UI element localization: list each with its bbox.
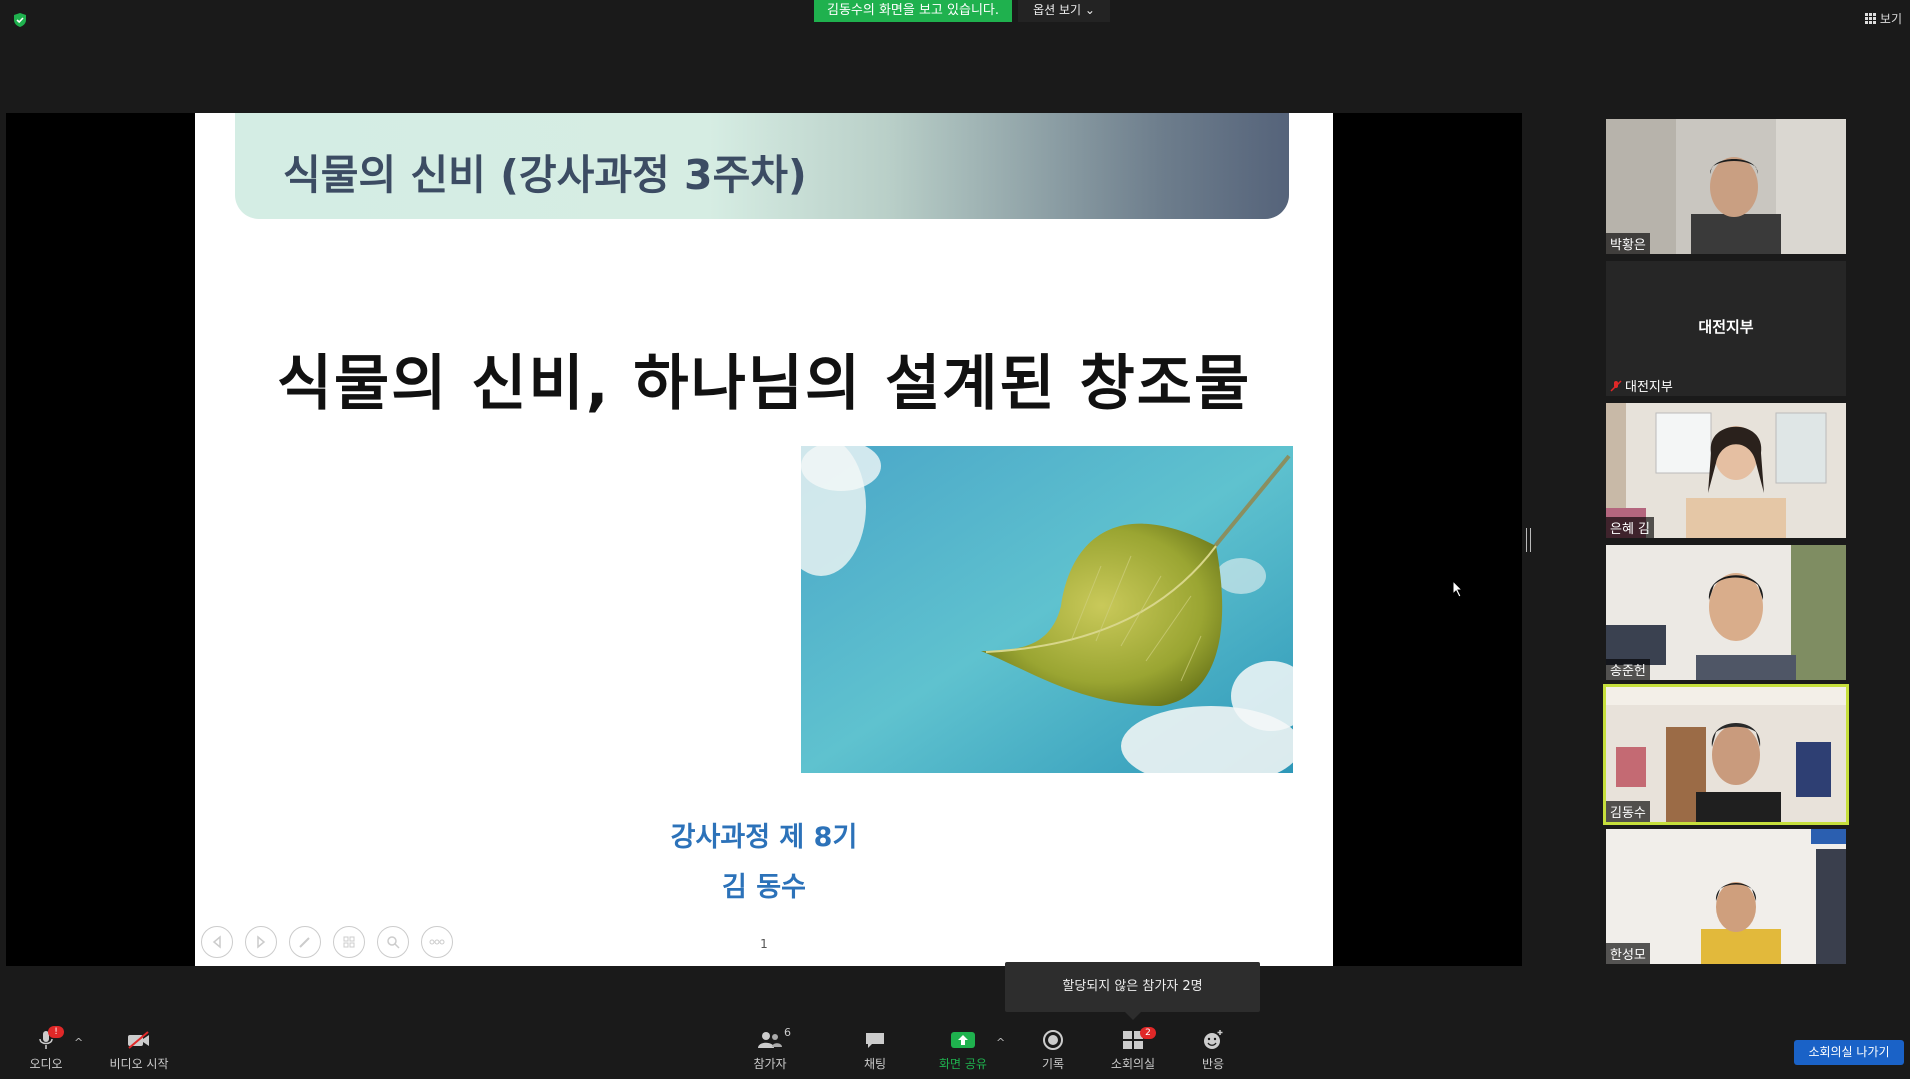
start-video-label: 비디오 시작 [109,1057,169,1071]
share-screen-icon [951,1032,975,1048]
tooltip-arrow [1124,1011,1142,1020]
participant-name: 김동수 [1606,801,1650,822]
participant-name-tag: 대전지부 [1606,375,1677,396]
slide-author-label: 김 동수 [722,872,806,903]
participant-tile[interactable]: 은혜 김 [1606,403,1846,538]
share-screen-button[interactable]: 화면 공유 [934,1028,992,1072]
audio-button[interactable]: ! 오디오 [22,1026,70,1072]
zoom-icon[interactable] [377,926,409,958]
participant-name: 한성모 [1606,943,1650,964]
reactions-label: 반응 [1201,1057,1225,1071]
slide-heading: 식물의 신비, 하나님의 설계된 창조물 [276,349,1252,419]
presentation-slide: 식물의 신비 (강사과정 3주차) 식물의 신비, 하나님의 설계된 창조물 강… [195,113,1333,966]
chat-icon [866,1033,884,1048]
participant-tile[interactable]: 한성모 [1606,829,1846,964]
audio-label: 오디오 [29,1057,63,1071]
meeting-toolbar: ! 오디오 ^ 비디오 시작 6 참가자 채팅 화면 공유 ^ 기록 2 소회의… [0,1022,1910,1079]
participant-center-label: 대전지부 [1698,318,1754,336]
participant-tile[interactable]: 대전지부 대전지부 [1606,261,1846,396]
reactions-button[interactable]: 반응 [1196,1028,1230,1072]
participants-icon [758,1032,782,1048]
video-off-icon [128,1031,149,1049]
participant-name: 박황은 [1606,233,1650,254]
participants-count: 6 [784,1026,791,1039]
view-options-button[interactable]: 옵션 보기 ⌄ [1018,0,1110,22]
breakout-badge: 2 [1140,1027,1156,1039]
participants-button[interactable]: 6 참가자 [748,1026,792,1072]
audio-alert-badge: ! [48,1026,64,1038]
next-slide-icon[interactable] [245,926,277,958]
prev-slide-icon[interactable] [201,926,233,958]
breakout-rooms-button[interactable]: 2 소회의실 [1108,1027,1158,1072]
share-options-caret-icon[interactable]: ^ [996,1036,1005,1049]
more-options-icon[interactable] [421,926,453,958]
viewing-screen-banner: 김동수의 화면을 보고 있습니다. [814,0,1012,22]
panel-resize-handle[interactable] [1526,528,1531,552]
slides-grid-icon[interactable] [333,926,365,958]
pen-icon[interactable] [289,926,321,958]
grid-icon [1864,13,1876,24]
mic-muted-icon [1610,379,1622,392]
share-screen-label: 화면 공유 [939,1057,987,1071]
mouse-cursor-icon [1452,579,1464,602]
start-video-button[interactable]: 비디오 시작 [104,1028,174,1072]
participant-name: 송준헌 [1606,659,1650,680]
presenter-tools [201,926,453,958]
leave-breakout-room-button[interactable]: 소회의실 나가기 [1794,1040,1904,1065]
record-button[interactable]: 기록 [1036,1028,1070,1072]
breakout-rooms-label: 소회의실 [1110,1057,1156,1071]
slide-course-label: 강사과정 제 8기 [670,822,858,853]
breakout-tooltip: 할당되지 않은 참가자 2명 [1005,962,1260,1012]
participant-tile[interactable]: 송준헌 [1606,545,1846,680]
view-layout-button[interactable]: 보기 [1864,10,1902,27]
participant-name: 은혜 김 [1606,517,1655,538]
participant-tile[interactable]: 박황은 [1606,119,1846,254]
audio-options-caret-icon[interactable]: ^ [74,1036,83,1049]
chat-label: 채팅 [863,1057,887,1071]
chat-button[interactable]: 채팅 [854,1028,896,1072]
reaction-smiley-icon [1204,1030,1223,1049]
slide-title: 식물의 신비 (강사과정 3주차) [283,151,807,199]
leaf-sky-image [776,436,1311,786]
view-layout-label: 보기 [1879,12,1902,26]
record-icon [1043,1030,1063,1050]
participant-name: 대전지부 [1625,380,1673,395]
participants-label: 참가자 [753,1057,787,1071]
participant-tile-active-speaker[interactable]: 김동수 [1603,684,1849,825]
security-shield-icon[interactable] [12,12,28,28]
slide-header-band: 식물의 신비 (강사과정 3주차) [235,113,1289,219]
record-label: 기록 [1041,1057,1065,1071]
